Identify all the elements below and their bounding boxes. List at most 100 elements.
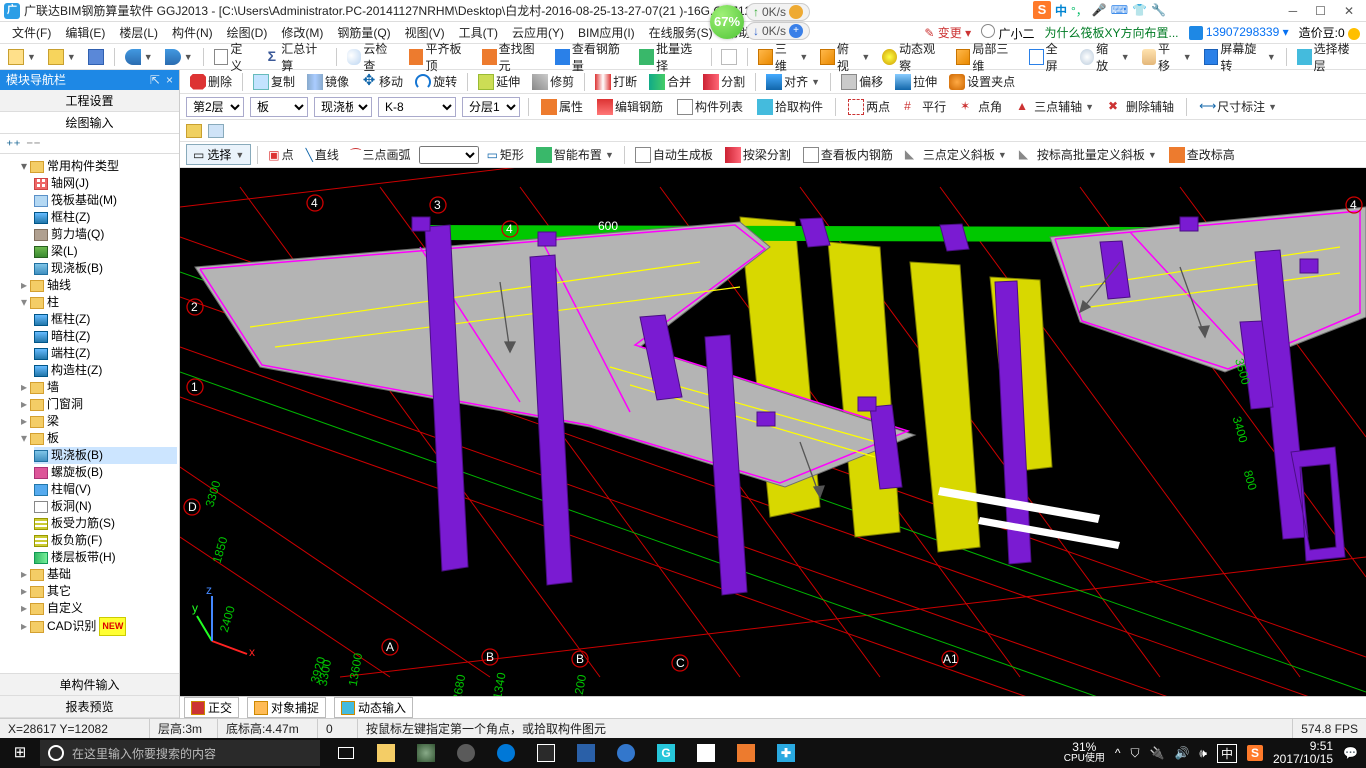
tri-button[interactable]: ◣三点定义斜板▼ — [901, 144, 1011, 165]
tray-sogou-icon[interactable]: S — [1247, 745, 1263, 761]
attr-button[interactable]: 属性 — [537, 96, 587, 117]
menu-edit[interactable]: 编辑(E) — [59, 22, 111, 43]
tray[interactable]: 31%CPU使用 ^ ⛉ 🔌 🔊 🕪 中 S 9:512017/10/15 💬 — [1056, 740, 1366, 766]
wrench-icon[interactable]: 🔧 — [1151, 3, 1166, 17]
pull-button[interactable]: 拉伸 — [891, 71, 941, 92]
ptangle-button[interactable]: ✶点角 — [956, 96, 1006, 117]
merge-button[interactable]: 合并 — [645, 71, 695, 92]
floor-select[interactable]: 第2层 — [186, 97, 244, 117]
editrebar-button[interactable]: 编辑钢筋 — [593, 96, 667, 117]
blank-button[interactable] — [717, 47, 741, 67]
taskbar[interactable]: ⊞ 在这里输入你要搜索的内容 G ✚ 31%CPU使用 ^ ⛉ 🔌 🔊 🕪 中 … — [0, 738, 1366, 768]
tab-single[interactable]: 单构件输入 — [0, 674, 179, 696]
batch-button[interactable]: ◣按标高批量定义斜板▼ — [1015, 144, 1161, 165]
start-button[interactable]: ⊞ — [0, 738, 40, 768]
parallel-button[interactable]: #平行 — [900, 96, 950, 117]
app6-icon[interactable] — [726, 738, 766, 768]
snap-toggle[interactable]: 对象捕捉 — [247, 697, 326, 718]
line-button[interactable]: ╲直线 — [302, 144, 343, 165]
collapse-icon[interactable]: ⁻⁻ — [26, 137, 40, 151]
open-button[interactable]: ▼ — [44, 47, 80, 67]
punct-icon[interactable]: °， — [1071, 2, 1088, 19]
rotate-button[interactable]: 旋转 — [411, 71, 461, 92]
close-button[interactable]: ✕ — [1344, 4, 1354, 18]
arc-select[interactable] — [419, 146, 479, 164]
select-button[interactable]: ▭选择▼ — [186, 144, 251, 165]
point-button[interactable]: ▣点 — [264, 144, 297, 165]
pin-icon[interactable]: ⇱ — [150, 70, 160, 90]
tray-power-icon[interactable]: 🔌 — [1150, 746, 1165, 760]
chk-button[interactable]: 查改标高 — [1165, 144, 1239, 165]
ime-mode[interactable]: 中 — [1055, 2, 1067, 19]
complist-button[interactable]: 构件列表 — [673, 96, 747, 117]
redo-button[interactable]: ▼ — [161, 47, 197, 67]
st-2[interactable] — [208, 124, 224, 138]
extend-button[interactable]: 延伸 — [474, 71, 524, 92]
edge-icon[interactable] — [486, 738, 526, 768]
shirt-icon[interactable]: 👕 — [1132, 3, 1147, 17]
app5-icon[interactable] — [686, 738, 726, 768]
tray-vol-icon[interactable]: 🔊 — [1174, 746, 1189, 760]
offset-button[interactable]: 偏移 — [837, 71, 887, 92]
menu-file[interactable]: 文件(F) — [6, 22, 57, 43]
move-button[interactable]: ✥移动 — [357, 71, 407, 92]
align-button[interactable]: 对齐▼ — [762, 71, 824, 92]
sogou-icon[interactable]: S — [1033, 1, 1051, 19]
triaux-button[interactable]: ▲三点辅轴▼ — [1012, 96, 1098, 117]
expand-icon[interactable]: ⁺⁺ — [6, 137, 20, 151]
net-badge[interactable]: 67% ↑0K/s ↓0K/s+ — [710, 3, 810, 40]
ime-toolbar[interactable]: S 中 °， 🎤 ⌨ 👕 🔧 — [1033, 1, 1166, 19]
ie-icon[interactable] — [606, 738, 646, 768]
app1-icon[interactable] — [406, 738, 446, 768]
delaux-button[interactable]: ✖删除辅轴 — [1104, 96, 1178, 117]
new-button[interactable]: ▼ — [4, 47, 40, 67]
tab-draw[interactable]: 绘图输入 — [0, 112, 179, 134]
store-icon[interactable] — [526, 738, 566, 768]
taskbar-search[interactable]: 在这里输入你要搜索的内容 — [40, 740, 320, 766]
menu-floor[interactable]: 楼层(L) — [113, 22, 164, 43]
component-tree[interactable]: ▾常用构件类型 轴网(J) 筏板基础(M) 框柱(Z) 剪力墙(Q) 梁(L) … — [0, 154, 179, 673]
tray-ime-icon[interactable]: 中 — [1217, 744, 1237, 763]
save-button[interactable] — [84, 47, 108, 67]
dim-button[interactable]: ⟷尺寸标注▼ — [1195, 96, 1281, 117]
close-panel-icon[interactable]: × — [166, 70, 173, 90]
tray-net-icon[interactable]: 🕪 — [1199, 746, 1207, 761]
pick-button[interactable]: 拾取构件 — [753, 96, 827, 117]
tray-notif-icon[interactable]: 💬 — [1343, 746, 1358, 760]
minimize-button[interactable]: ─ — [1289, 4, 1298, 18]
app2-icon[interactable] — [446, 738, 486, 768]
copy-button[interactable]: 复制 — [249, 71, 299, 92]
tray-clock[interactable]: 9:512017/10/15 — [1273, 740, 1333, 766]
type-select[interactable]: 板 — [250, 97, 308, 117]
layer-select[interactable]: 分层1 — [462, 97, 520, 117]
split-button[interactable]: 分割 — [699, 71, 749, 92]
tray-up-icon[interactable]: ^ — [1115, 746, 1121, 760]
mic-icon[interactable]: 🎤 — [1092, 3, 1107, 17]
code-select[interactable]: K-8 — [378, 97, 456, 117]
mirror-button[interactable]: 镜像 — [303, 71, 353, 92]
twopt-button[interactable]: 两点 — [844, 96, 894, 117]
auto-button[interactable]: 自动生成板 — [631, 144, 717, 165]
app3-icon[interactable] — [566, 738, 606, 768]
viewslab-button[interactable]: 查看板内钢筋 — [799, 144, 897, 165]
beamsplit-button[interactable]: 按梁分割 — [721, 144, 795, 165]
3d-viewport[interactable]: 21D 434 ABB CA14 3300 1850 2400 3920 136… — [180, 168, 1366, 696]
dyn-toggle[interactable]: 动态输入 — [334, 697, 413, 718]
tray-shield-icon[interactable]: ⛉ — [1130, 746, 1139, 761]
trim-button[interactable]: 修剪 — [528, 71, 578, 92]
delete-button[interactable]: 删除 — [186, 71, 236, 92]
maximize-button[interactable]: ☐ — [1315, 4, 1326, 18]
sub-select[interactable]: 现浇板 — [314, 97, 372, 117]
break-button[interactable]: 打断 — [591, 71, 641, 92]
tree-selected[interactable]: 现浇板(B) — [34, 447, 177, 464]
taskview-icon[interactable] — [326, 738, 366, 768]
explorer-icon[interactable] — [366, 738, 406, 768]
st-1[interactable] — [186, 124, 202, 138]
smart-button[interactable]: 智能布置▼ — [532, 144, 618, 165]
grips-button[interactable]: 设置夹点 — [945, 71, 1019, 92]
tab-setup[interactable]: 工程设置 — [0, 90, 179, 112]
tab-report[interactable]: 报表预览 — [0, 696, 179, 718]
keyboard-icon[interactable]: ⌨ — [1111, 3, 1128, 17]
app7-icon[interactable]: ✚ — [766, 738, 806, 768]
ortho-toggle[interactable]: 正交 — [184, 697, 239, 718]
